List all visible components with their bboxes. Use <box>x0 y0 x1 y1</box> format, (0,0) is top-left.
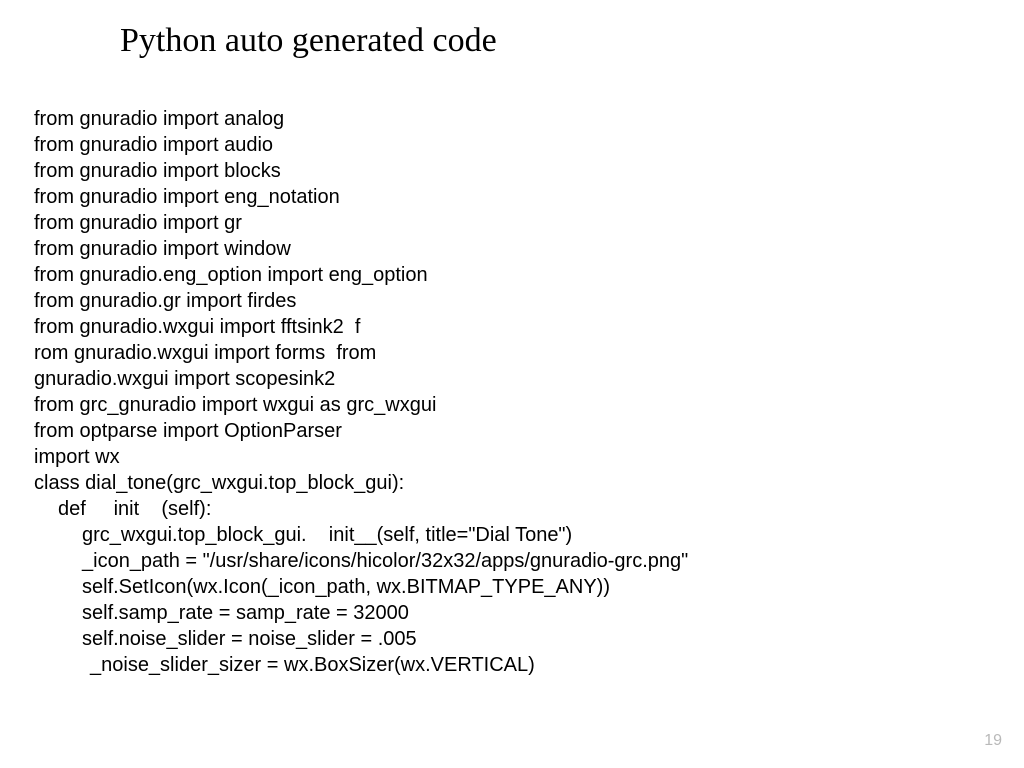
code-line: from gnuradio import audio <box>34 132 984 158</box>
code-line: from gnuradio import analog <box>34 106 984 132</box>
code-line: class dial_tone(grc_wxgui.top_block_gui)… <box>34 470 984 496</box>
code-line: from gnuradio.gr import firdes <box>34 288 984 314</box>
code-line: _icon_path = "/usr/share/icons/hicolor/3… <box>34 548 984 574</box>
code-block: from gnuradio import analog from gnuradi… <box>34 106 984 678</box>
code-line: from gnuradio import eng_notation <box>34 184 984 210</box>
code-line: self.samp_rate = samp_rate = 32000 <box>34 600 984 626</box>
code-line: rom gnuradio.wxgui import forms from <box>34 340 984 366</box>
code-line: from gnuradio.wxgui import fftsink2 f <box>34 314 984 340</box>
code-line: gnuradio.wxgui import scopesink2 <box>34 366 984 392</box>
code-line: from gnuradio.eng_option import eng_opti… <box>34 262 984 288</box>
page-number: 19 <box>984 732 1002 750</box>
code-line: self.noise_slider = noise_slider = .005 <box>34 626 984 652</box>
code-line: _noise_slider_sizer = wx.BoxSizer(wx.VER… <box>34 652 984 678</box>
code-line: grc_wxgui.top_block_gui. init__(self, ti… <box>34 522 984 548</box>
slide: Python auto generated code from gnuradio… <box>0 0 1024 768</box>
slide-title: Python auto generated code <box>120 22 497 60</box>
code-line: import wx <box>34 444 984 470</box>
code-line: from gnuradio import gr <box>34 210 984 236</box>
code-line: from optparse import OptionParser <box>34 418 984 444</box>
code-line: def init (self): <box>34 496 984 522</box>
code-line: from gnuradio import blocks <box>34 158 984 184</box>
code-line: from grc_gnuradio import wxgui as grc_wx… <box>34 392 984 418</box>
code-line: self.SetIcon(wx.Icon(_icon_path, wx.BITM… <box>34 574 984 600</box>
code-line: from gnuradio import window <box>34 236 984 262</box>
